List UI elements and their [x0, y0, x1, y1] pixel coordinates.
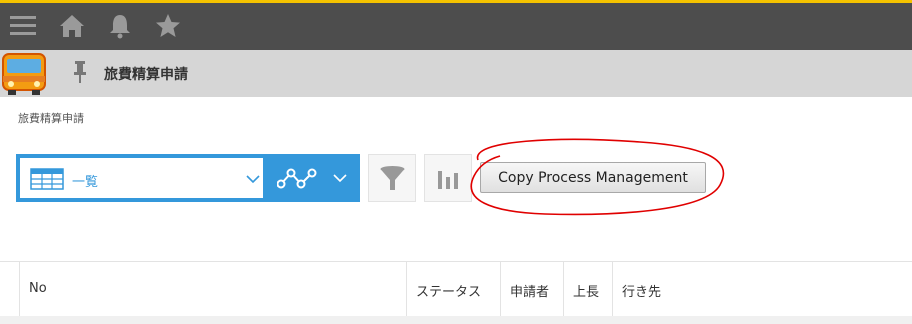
table-header: No ステータス 申請者 上長 行き先	[0, 261, 912, 317]
column-header-applicant[interactable]: 申請者	[500, 262, 563, 317]
home-icon[interactable]	[57, 11, 87, 41]
bell-icon[interactable]	[105, 11, 135, 41]
chevron-down-icon	[246, 175, 260, 184]
pin-icon[interactable]	[72, 60, 88, 84]
bar-chart-icon	[438, 171, 458, 189]
breadcrumb[interactable]: 旅費精算申請	[18, 110, 84, 126]
table-body-edge	[0, 316, 912, 324]
column-header-destination[interactable]: 行き先	[612, 262, 912, 317]
copy-process-management-button[interactable]: Copy Process Management	[480, 162, 706, 193]
chevron-down-icon	[333, 174, 347, 183]
star-icon[interactable]	[153, 11, 183, 41]
app-title: 旅費精算申請	[104, 67, 188, 83]
bus-icon[interactable]	[0, 52, 50, 96]
funnel-icon	[380, 166, 405, 190]
filter-button[interactable]	[368, 154, 416, 202]
view-selector[interactable]: 一覧	[16, 154, 267, 202]
menu-icon[interactable]	[8, 11, 38, 41]
graph-view-button[interactable]	[267, 154, 360, 202]
chart-button[interactable]	[424, 154, 472, 202]
column-header-supervisor[interactable]: 上長	[563, 262, 612, 317]
column-header-status[interactable]: ステータス	[406, 262, 500, 317]
graph-icon	[277, 168, 317, 189]
column-header-no[interactable]: No	[19, 262, 406, 317]
global-header	[0, 3, 912, 50]
table-icon	[30, 168, 64, 190]
view-selector-label: 一覧	[72, 175, 99, 190]
